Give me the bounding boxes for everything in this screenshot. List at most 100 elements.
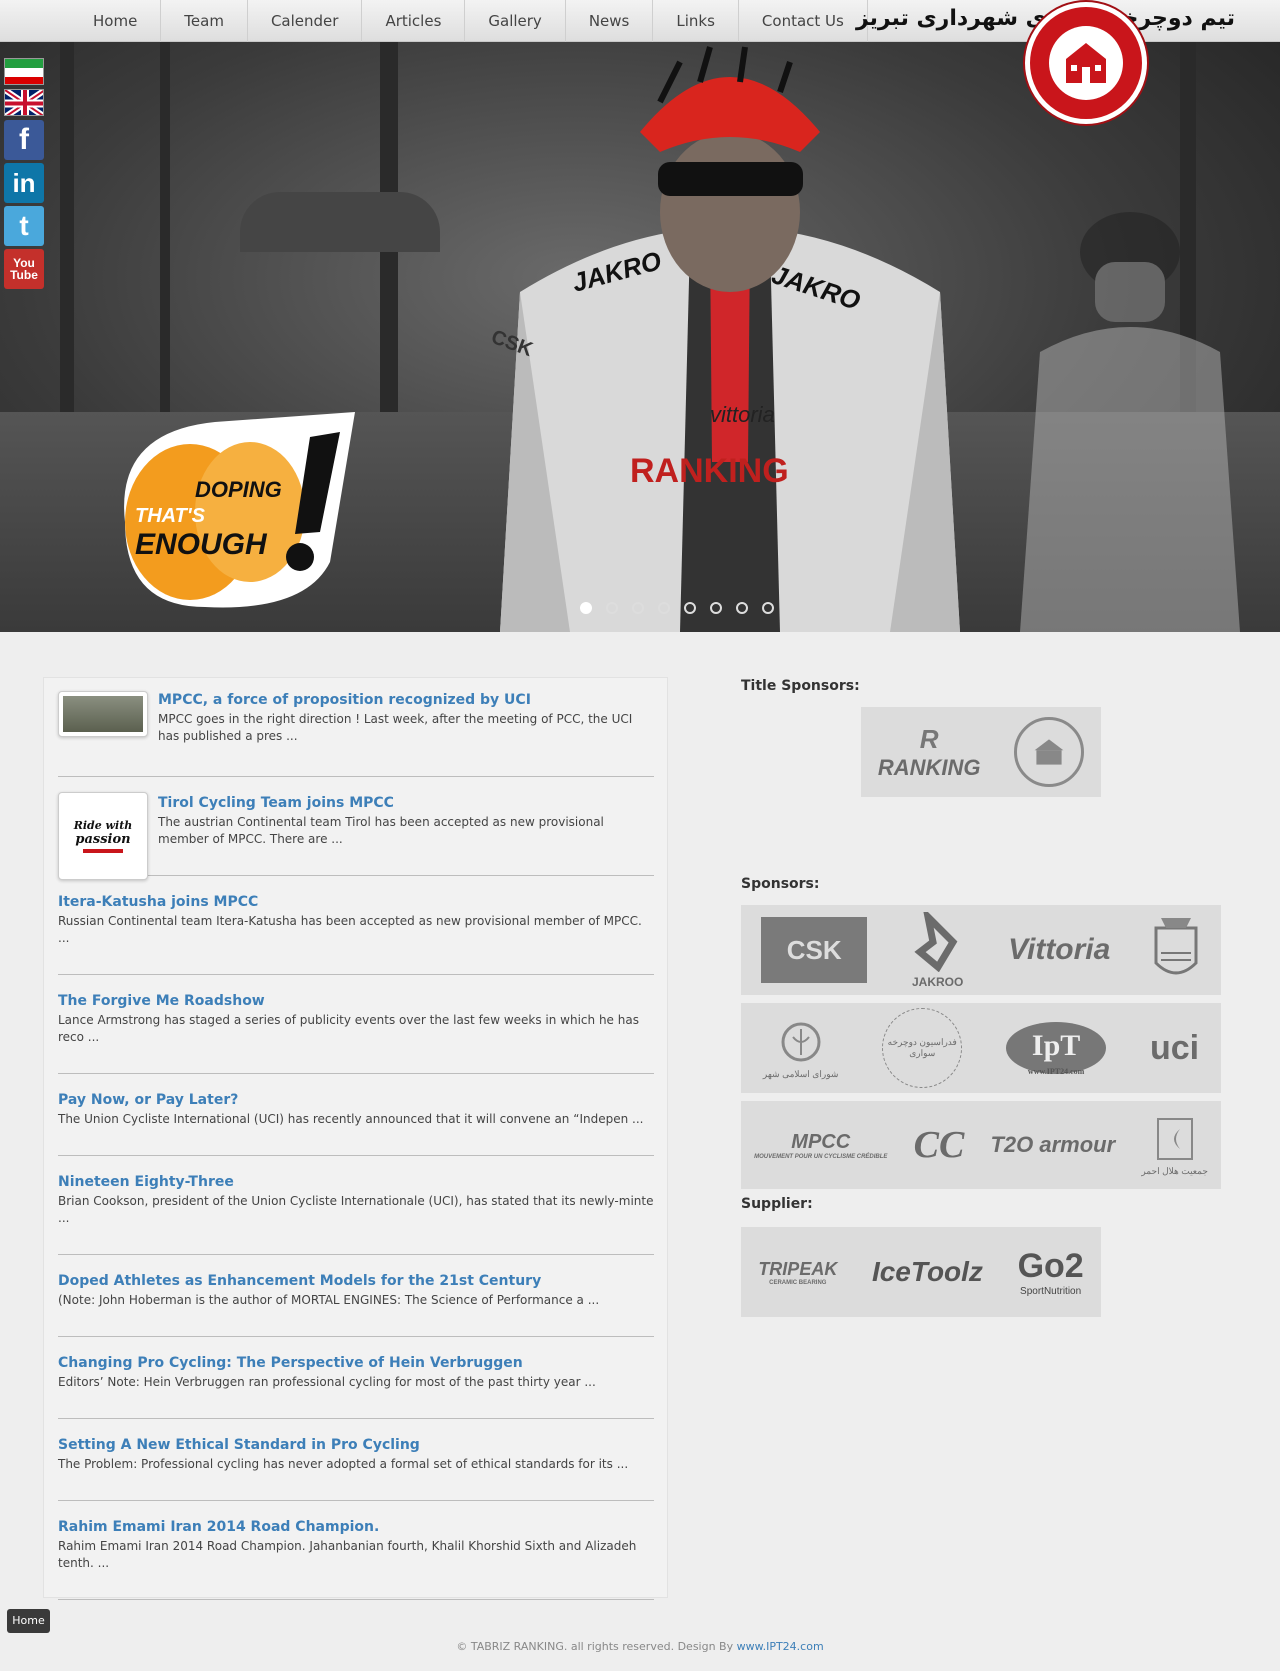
nav-gallery[interactable]: Gallery: [465, 0, 566, 42]
news-thumbnail[interactable]: Ride with passion: [58, 792, 148, 880]
linkedin-icon[interactable]: in: [4, 163, 44, 203]
mpcc-subtitle: MOUVEMENT POUR UN CYCLISME CRÉDIBLE: [754, 1153, 888, 1160]
crest-icon: [1154, 918, 1198, 975]
news-excerpt: Rahim Emami Iran 2014 Road Champion. Jah…: [58, 1539, 637, 1570]
news-title-link[interactable]: Changing Pro Cycling: The Perspective of…: [58, 1354, 654, 1372]
uci-logo[interactable]: uci: [1150, 1029, 1199, 1068]
facebook-icon[interactable]: f: [4, 120, 44, 160]
badge-text-thats: THAT'S: [135, 505, 206, 527]
tripeak-logo-text: TRIPEAK: [758, 1258, 838, 1279]
news-title-link[interactable]: MPCC, a force of proposition recognized …: [158, 691, 648, 709]
news-item: Nineteen Eighty-Three Brian Cookson, pre…: [58, 1167, 654, 1255]
shahrdary-sponsor-logo[interactable]: [1014, 717, 1085, 787]
slider-dot[interactable]: [606, 602, 618, 614]
doping-thats-enough-badge: DOPING THAT'S ENOUGH: [124, 412, 355, 608]
news-item: Pay Now, or Pay Later? The Union Cyclist…: [58, 1085, 654, 1156]
news-title-link[interactable]: Setting A New Ethical Standard in Pro Cy…: [58, 1436, 654, 1454]
mpcc-logo[interactable]: MPCC MOUVEMENT POUR UN CYCLISME CRÉDIBLE: [754, 1131, 887, 1160]
news-item: Ride with passion Tirol Cycling Team joi…: [58, 788, 654, 880]
news-title-link[interactable]: The Forgive Me Roadshow: [58, 992, 654, 1010]
nav-contact-us[interactable]: Contact Us: [739, 0, 868, 42]
news-excerpt: (Note: John Hoberman is the author of MO…: [58, 1293, 600, 1307]
news-excerpt: The austrian Continental team Tirol has …: [158, 815, 604, 846]
slider-dot[interactable]: [632, 602, 644, 614]
tripeak-subtitle: CERAMIC BEARING: [769, 1279, 827, 1286]
slider-dot[interactable]: [580, 602, 592, 614]
background-tree: [160, 42, 170, 422]
sponsors-row: MPCC MOUVEMENT POUR UN CYCLISME CRÉDIBLE…: [741, 1101, 1221, 1189]
slider-dot[interactable]: [710, 602, 722, 614]
slider-dot[interactable]: [684, 602, 696, 614]
csk-logo[interactable]: CSK: [761, 917, 868, 983]
ipt-logo[interactable]: IpT www.IPT24.com: [1006, 1022, 1107, 1076]
building-icon: [1034, 739, 1064, 765]
city-council-logo[interactable]: شورای اسلامی شهر: [763, 1017, 838, 1080]
mpcc-logo-text: MPCC: [791, 1130, 851, 1153]
main-nav: Home Team Calender Articles Gallery News…: [70, 0, 868, 42]
footer: © TABRIZ RANKING. all rights reserved. D…: [0, 1640, 1280, 1653]
icetoolz-logo[interactable]: IceToolz: [872, 1256, 983, 1288]
tripeak-logo[interactable]: TRIPEAK CERAMIC BEARING: [758, 1259, 837, 1286]
slider-dot[interactable]: [762, 602, 774, 614]
background-rider-image: [1020, 212, 1240, 632]
go2-logo[interactable]: Go2 SportNutrition: [1018, 1247, 1084, 1297]
jersey-text: vittoria: [710, 402, 775, 427]
youtube-icon[interactable]: You Tube: [4, 249, 44, 289]
news-title-link[interactable]: Nineteen Eighty-Three: [58, 1173, 654, 1191]
ranking-r-mark: R: [919, 723, 939, 754]
nav-news[interactable]: News: [566, 0, 654, 42]
slider-pagination: [580, 602, 774, 614]
background-shelter: [240, 192, 440, 252]
news-item: Itera-Katusha joins MPCC Russian Contine…: [58, 887, 654, 975]
cycling-federation-logo[interactable]: فدراسیون دوچرخه سواری: [882, 1008, 963, 1088]
ranking-logo-text: RANKING: [877, 754, 981, 780]
nav-articles[interactable]: Articles: [362, 0, 466, 42]
ipt-logo-text: IpT: [1031, 1029, 1081, 1062]
news-title-link[interactable]: Tirol Cycling Team joins MPCC: [158, 794, 648, 812]
council-emblem-icon: [781, 1022, 821, 1061]
slider-dot[interactable]: [736, 602, 748, 614]
nav-home[interactable]: Home: [70, 0, 162, 42]
news-title-link[interactable]: Doped Athletes as Enhancement Models for…: [58, 1272, 654, 1290]
sponsors-row: CSK JAKROO Vittoria: [741, 905, 1221, 995]
vittoria-logo[interactable]: Vittoria: [1008, 933, 1110, 967]
sponsors-heading: Sponsors:: [741, 876, 820, 892]
news-title-link[interactable]: Itera-Katusha joins MPCC: [58, 893, 654, 911]
iran-flag-icon[interactable]: [4, 58, 44, 85]
cc-logo[interactable]: CC: [914, 1123, 965, 1167]
shahrdary-cultural-sport-logo[interactable]: [1025, 2, 1147, 124]
council-logo-text: شورای اسلامی شهر: [762, 1068, 839, 1079]
news-list: MPCC, a force of proposition recognized …: [43, 677, 668, 1600]
home-tab-button[interactable]: Home: [7, 1609, 50, 1633]
federation-logo-text: فدراسیون دوچرخه سواری: [887, 1037, 957, 1058]
jakroo-logo[interactable]: JAKROO: [908, 905, 968, 989]
nav-calender[interactable]: Calender: [248, 0, 363, 42]
hero-slider[interactable]: vittoria JAKRO JAKRO RANKING CSK DOPING …: [0, 42, 1280, 632]
news-title-link[interactable]: Rahim Emami Iran 2014 Road Champion.: [58, 1518, 654, 1536]
news-thumbnail[interactable]: [58, 691, 148, 737]
go2-subtitle: SportNutrition: [1020, 1286, 1082, 1297]
title-sponsors-heading: Title Sponsors:: [741, 678, 860, 694]
cyclist-image: vittoria JAKRO JAKRO RANKING CSK: [488, 46, 960, 632]
news-excerpt: Lance Armstrong has staged a series of p…: [58, 1013, 639, 1044]
footer-designer-link[interactable]: www.IPT24.com: [737, 1640, 824, 1653]
slider-dot[interactable]: [658, 602, 670, 614]
news-excerpt: MPCC goes in the right direction ! Last …: [158, 712, 633, 743]
news-item: MPCC, a force of proposition recognized …: [58, 689, 654, 777]
jakroo-mark-icon: [914, 905, 958, 972]
ranking-logo[interactable]: R RANKING: [878, 724, 981, 781]
nav-team[interactable]: Team: [161, 0, 248, 42]
nav-links[interactable]: Links: [653, 0, 739, 42]
side-social-bar: f in t You Tube: [4, 58, 44, 292]
seal-inner: [1049, 26, 1123, 100]
uk-flag-icon[interactable]: [4, 89, 44, 116]
t2o-armour-logo[interactable]: T2O armour: [990, 1132, 1115, 1158]
badge-text-doping: DOPING: [195, 477, 282, 502]
emblem-logo[interactable]: [1151, 908, 1201, 992]
twitter-icon[interactable]: t: [4, 206, 44, 246]
news-title-link[interactable]: Pay Now, or Pay Later?: [58, 1091, 654, 1109]
jersey-text: RANKING: [630, 452, 789, 490]
news-item: Rahim Emami Iran 2014 Road Champion. Rah…: [58, 1512, 654, 1600]
jakroo-logo-text: JAKROO: [911, 974, 964, 989]
red-crescent-logo[interactable]: جمعیت هلال احمر: [1141, 1114, 1208, 1177]
